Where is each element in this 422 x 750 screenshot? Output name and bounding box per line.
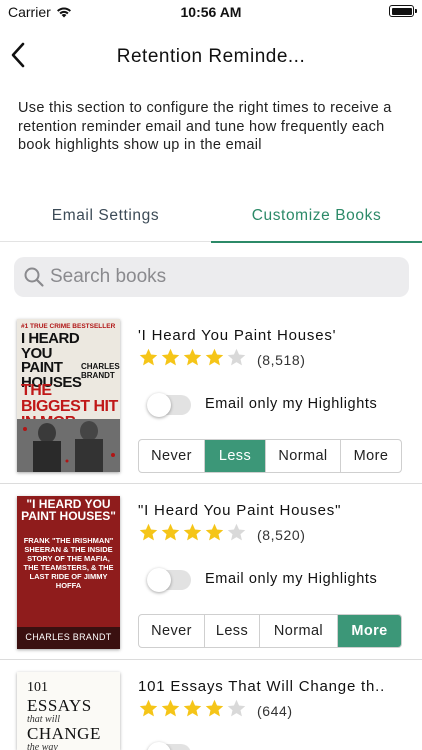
cover-word-essays: ESSAYS xyxy=(27,696,92,715)
star-filled-icon xyxy=(160,347,181,373)
frequency-less[interactable]: Less xyxy=(205,440,266,472)
tab-bar: Email Settings Customize Books xyxy=(0,196,422,243)
highlights-toggle-label: Email only my Highlights xyxy=(205,571,378,587)
cover-author: CHARLES BRANDT xyxy=(81,362,120,380)
star-filled-icon xyxy=(138,698,159,724)
frequency-normal[interactable]: Normal xyxy=(260,615,338,647)
star-filled-icon xyxy=(160,698,181,724)
frequency-more[interactable]: More xyxy=(338,615,401,647)
book-cover[interactable]: "I HEARD YOU PAINT HOUSES" FRANK "THE IR… xyxy=(17,496,120,649)
frequency-less[interactable]: Less xyxy=(205,615,260,647)
star-filled-icon xyxy=(182,522,203,548)
status-bar: Carrier 10:56 AM xyxy=(0,0,422,24)
battery-icon xyxy=(389,5,417,17)
search-bar[interactable] xyxy=(14,257,409,297)
star-filled-icon xyxy=(160,522,181,548)
star-empty-icon xyxy=(226,347,247,373)
star-filled-icon xyxy=(138,522,159,548)
intro-description: Use this section to configure the right … xyxy=(18,100,392,153)
star-filled-icon xyxy=(138,347,159,373)
star-rating xyxy=(138,347,247,373)
cover-subtitle: FRANK "THE IRISHMAN" SHEERAN & THE INSID… xyxy=(23,536,114,590)
star-empty-icon xyxy=(226,522,247,548)
search-icon xyxy=(24,267,44,287)
frequency-never[interactable]: Never xyxy=(139,615,205,647)
highlights-toggle-label: Email only my Highlights xyxy=(205,396,378,412)
star-filled-icon xyxy=(182,698,203,724)
book-cover[interactable]: 101 ESSAYS that will CHANGE the way xyxy=(17,672,120,750)
cover-number: 101 xyxy=(27,680,48,695)
star-filled-icon xyxy=(182,347,203,373)
book-rating: (8,518) xyxy=(138,347,306,373)
clock: 10:56 AM xyxy=(180,4,242,20)
cover-photo-image xyxy=(17,419,120,472)
highlights-toggle[interactable] xyxy=(147,568,191,592)
star-empty-icon xyxy=(226,698,247,724)
cover-word-change: CHANGE xyxy=(27,724,101,743)
star-rating xyxy=(138,522,247,548)
star-filled-icon xyxy=(204,698,225,724)
search-input[interactable] xyxy=(50,266,390,288)
rating-count: (8,520) xyxy=(257,527,306,543)
book-row: 101 ESSAYS that will CHANGE the way 101 … xyxy=(0,660,422,750)
cover-author: CHARLES BRANDT xyxy=(25,632,112,642)
book-row: #1 TRUE CRIME BESTSELLER I HEARD YOU PAI… xyxy=(0,306,422,484)
book-rating: (644) xyxy=(138,698,293,724)
highlights-toggle[interactable] xyxy=(147,742,191,750)
book-title: 101 Essays That Will Change th.. xyxy=(138,678,386,695)
rating-count: (8,518) xyxy=(257,352,306,368)
frequency-never[interactable]: Never xyxy=(139,440,205,472)
frequency-selector: Never Less Normal More xyxy=(138,439,402,473)
tab-customize-books[interactable]: Customize Books xyxy=(211,196,422,243)
frequency-normal[interactable]: Normal xyxy=(266,440,341,472)
highlights-toggle[interactable] xyxy=(147,393,191,417)
star-filled-icon xyxy=(204,347,225,373)
navigation-bar: Retention Reminde... xyxy=(0,36,422,76)
frequency-more[interactable]: More xyxy=(341,440,401,472)
book-title: 'I Heard You Paint Houses' xyxy=(138,327,337,344)
book-rating: (8,520) xyxy=(138,522,306,548)
star-filled-icon xyxy=(204,522,225,548)
cover-tag: #1 TRUE CRIME BESTSELLER xyxy=(21,323,116,330)
star-rating xyxy=(138,698,247,724)
page-title: Retention Reminde... xyxy=(116,46,306,67)
book-title: "I Heard You Paint Houses" xyxy=(138,502,342,519)
cover-title: "I HEARD YOU PAINT HOUSES" xyxy=(21,497,116,523)
book-cover[interactable]: #1 TRUE CRIME BESTSELLER I HEARD YOU PAI… xyxy=(17,319,120,472)
cover-word-the-way: the way xyxy=(27,742,58,750)
tab-email-settings[interactable]: Email Settings xyxy=(0,196,211,242)
book-row: "I HEARD YOU PAINT HOUSES" FRANK "THE IR… xyxy=(0,484,422,660)
rating-count: (644) xyxy=(257,703,293,719)
frequency-selector: Never Less Normal More xyxy=(138,614,402,648)
